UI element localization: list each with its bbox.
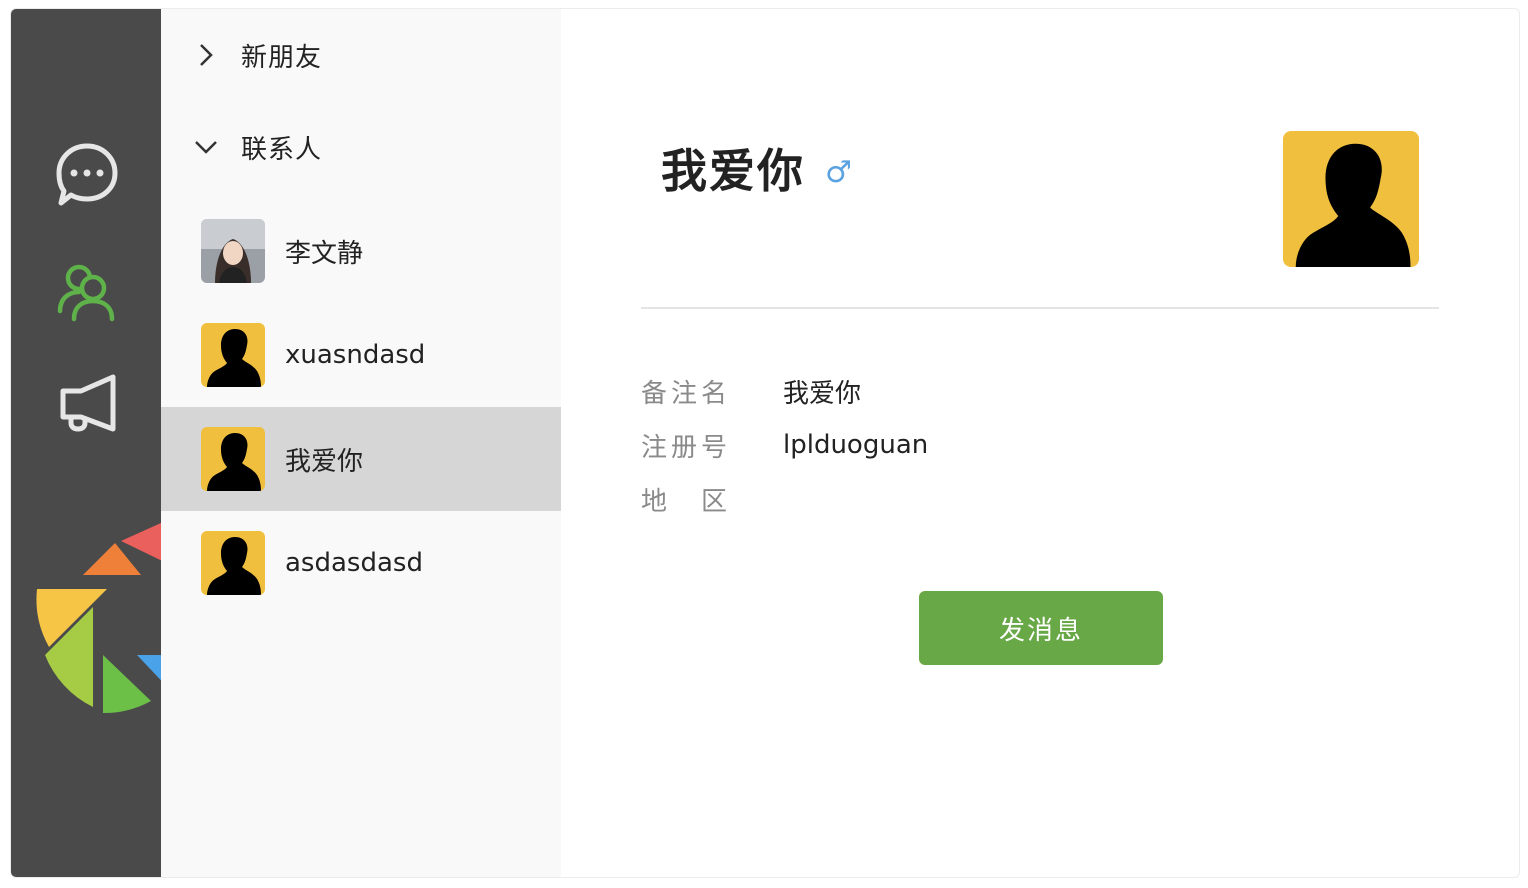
group-label: 新朋友 bbox=[241, 42, 323, 73]
contact-avatar-large bbox=[1283, 131, 1419, 267]
contact-list-panel: 新朋友 联系人 李文静 xuasndasd 我爱你 asdasdasd bbox=[161, 9, 561, 877]
contact-name: 李文静 bbox=[285, 238, 364, 269]
app-window: 新朋友 联系人 李文静 xuasndasd 我爱你 asdasdasd 我爱你 … bbox=[10, 8, 1520, 878]
info-label: 注册号 bbox=[641, 432, 732, 463]
contact-item[interactable]: 李文静 bbox=[161, 199, 561, 303]
info-row-account: 注册号 lplduoguan bbox=[641, 425, 928, 465]
contact-item[interactable]: xuasndasd bbox=[161, 303, 561, 407]
silhouette-avatar bbox=[201, 427, 265, 491]
info-value: lplduoguan bbox=[783, 430, 929, 460]
send-message-button[interactable]: 发消息 bbox=[919, 591, 1163, 665]
contact-detail-panel: 我爱你 ♂ 备注名 我爱你 注册号 lplduoguan 地 区 发消息 bbox=[561, 9, 1519, 877]
app-logo bbox=[31, 515, 161, 715]
info-label: 备注名 bbox=[641, 378, 732, 409]
contact-display-name: 我爱你 bbox=[661, 144, 805, 198]
contact-item-selected[interactable]: 我爱你 bbox=[161, 407, 561, 511]
photo-avatar bbox=[201, 219, 265, 283]
contacts-icon[interactable] bbox=[51, 255, 123, 327]
chat-bubble-icon[interactable] bbox=[51, 139, 123, 211]
contact-item[interactable]: asdasdasd bbox=[161, 511, 561, 615]
contact-name: asdasdasd bbox=[285, 548, 423, 578]
contact-name: 我爱你 bbox=[285, 446, 364, 477]
info-row-region: 地 区 bbox=[641, 479, 783, 519]
sidebar-rail bbox=[11, 9, 161, 877]
divider bbox=[641, 307, 1439, 309]
info-row-remark: 备注名 我爱你 bbox=[641, 371, 861, 411]
group-label: 联系人 bbox=[241, 134, 323, 165]
megaphone-icon[interactable] bbox=[51, 367, 123, 439]
group-contacts[interactable]: 联系人 bbox=[161, 117, 561, 177]
contact-name: xuasndasd bbox=[285, 340, 426, 370]
male-gender-icon: ♂ bbox=[825, 155, 852, 190]
group-new-friends[interactable]: 新朋友 bbox=[161, 25, 561, 85]
chevron-down-icon bbox=[191, 139, 221, 155]
chevron-right-icon bbox=[191, 43, 221, 67]
silhouette-avatar bbox=[201, 531, 265, 595]
info-value: 我爱你 bbox=[783, 378, 862, 409]
silhouette-avatar bbox=[201, 323, 265, 387]
info-label: 地 区 bbox=[641, 486, 732, 517]
